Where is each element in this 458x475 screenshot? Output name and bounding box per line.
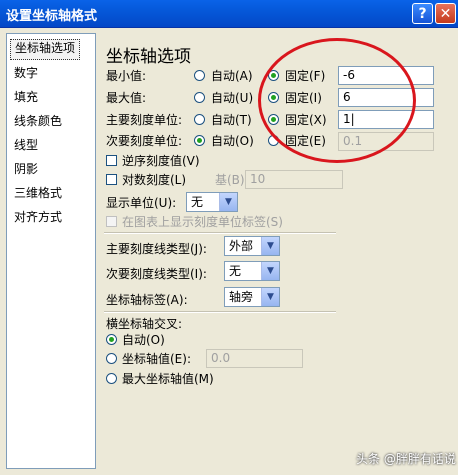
min-fixed-radio[interactable] [268,70,279,81]
major-unit-auto-label: 自动(T) [211,113,252,127]
watermark: 头条 @胖胖有话说 [356,452,456,466]
major-unit-fixed-label: 固定(X) [285,113,327,127]
log-scale-label: 对数刻度(L) [122,173,187,187]
reverse-order-checkbox[interactable] [106,155,117,166]
major-unit-value-field[interactable]: 1| [338,110,434,129]
category-list: 坐标轴选项 数字 填充 线条颜色 线型 阴影 三维格式 对齐方式 [6,33,96,469]
min-label: 最小值: [106,69,147,83]
crosses-auto-radio[interactable] [106,334,117,345]
minor-unit-value-field[interactable]: 0.1 [338,132,434,151]
title-bar: 设置坐标轴格式 ? ✕ [0,0,458,28]
nav-item-line-color[interactable]: 线条颜色 [10,112,66,131]
major-unit-fixed-radio[interactable] [268,114,279,125]
major-tick-type-label: 主要刻度线类型(J): [106,242,207,256]
minor-tick-type-select[interactable]: 无 ▼ [224,261,280,281]
panel-heading: 坐标轴选项 [106,47,191,67]
crosses-value-radio[interactable] [106,353,117,364]
divider [104,232,336,234]
max-auto-radio[interactable] [194,92,205,103]
show-units-label-checkbox[interactable] [106,216,117,227]
divider [104,311,336,313]
log-base-label: 基(B): [215,173,249,187]
display-units-label: 显示单位(U): [106,196,177,210]
crosses-value-label: 坐标轴值(E): [122,352,191,366]
minor-unit-label: 次要刻度单位: [106,134,183,148]
chevron-down-icon: ▼ [261,288,279,306]
close-button[interactable]: ✕ [435,3,456,24]
display-units-select[interactable]: 无 ▼ [186,192,238,212]
min-value-field[interactable]: -6 [338,66,434,85]
min-auto-label: 自动(A) [211,69,253,83]
minor-tick-type-label: 次要刻度线类型(I): [106,267,207,281]
max-value-field[interactable]: 6 [338,88,434,107]
crosses-max-radio[interactable] [106,373,117,384]
nav-item-3d-format[interactable]: 三维格式 [10,184,66,203]
help-button[interactable]: ? [412,3,433,24]
minor-tick-type-value: 无 [229,264,242,278]
major-tick-type-value: 外部 [229,239,254,253]
axis-labels-select[interactable]: 轴旁 ▼ [224,287,280,307]
axis-crosses-label: 横坐标轴交叉: [106,317,183,331]
chevron-down-icon: ▼ [261,262,279,280]
max-fixed-label: 固定(I) [285,91,322,105]
display-units-value: 无 [191,195,204,209]
minor-unit-auto-radio[interactable] [194,135,205,146]
reverse-order-label: 逆序刻度值(V) [122,154,200,168]
minor-unit-fixed-label: 固定(E) [285,134,326,148]
max-auto-label: 自动(U) [211,91,254,105]
min-fixed-label: 固定(F) [285,69,326,83]
window-title: 设置坐标轴格式 [6,9,98,24]
minor-unit-auto-label: 自动(O) [211,134,254,148]
minor-unit-fixed-radio[interactable] [268,135,279,146]
axis-options-panel: 坐标轴选项 最小值: 自动(A) 固定(F) -6 最大值: 自动(U) 固定(… [100,33,452,469]
nav-item-fill[interactable]: 填充 [10,88,42,107]
major-tick-type-select[interactable]: 外部 ▼ [224,236,280,256]
axis-labels-value: 轴旁 [229,290,254,304]
nav-item-axis-options[interactable]: 坐标轴选项 [10,39,81,60]
max-fixed-radio[interactable] [268,92,279,103]
log-scale-checkbox[interactable] [106,174,117,185]
crosses-max-label: 最大坐标轴值(M) [122,372,214,386]
max-label: 最大值: [106,91,147,105]
nav-item-number[interactable]: 数字 [10,64,42,83]
show-units-label-text: 在图表上显示刻度单位标签(S) [122,215,283,229]
nav-item-line-style[interactable]: 线型 [10,136,42,155]
crosses-value-field[interactable]: 0.0 [206,349,303,368]
major-unit-auto-radio[interactable] [194,114,205,125]
min-auto-radio[interactable] [194,70,205,81]
crosses-auto-label: 自动(O) [122,333,165,347]
nav-item-alignment[interactable]: 对齐方式 [10,208,66,227]
major-unit-label: 主要刻度单位: [106,113,183,127]
chevron-down-icon: ▼ [261,237,279,255]
axis-labels-label: 坐标轴标签(A): [106,293,188,307]
chevron-down-icon: ▼ [219,193,237,211]
nav-item-shadow[interactable]: 阴影 [10,160,42,179]
log-base-field[interactable]: 10 [245,170,343,189]
